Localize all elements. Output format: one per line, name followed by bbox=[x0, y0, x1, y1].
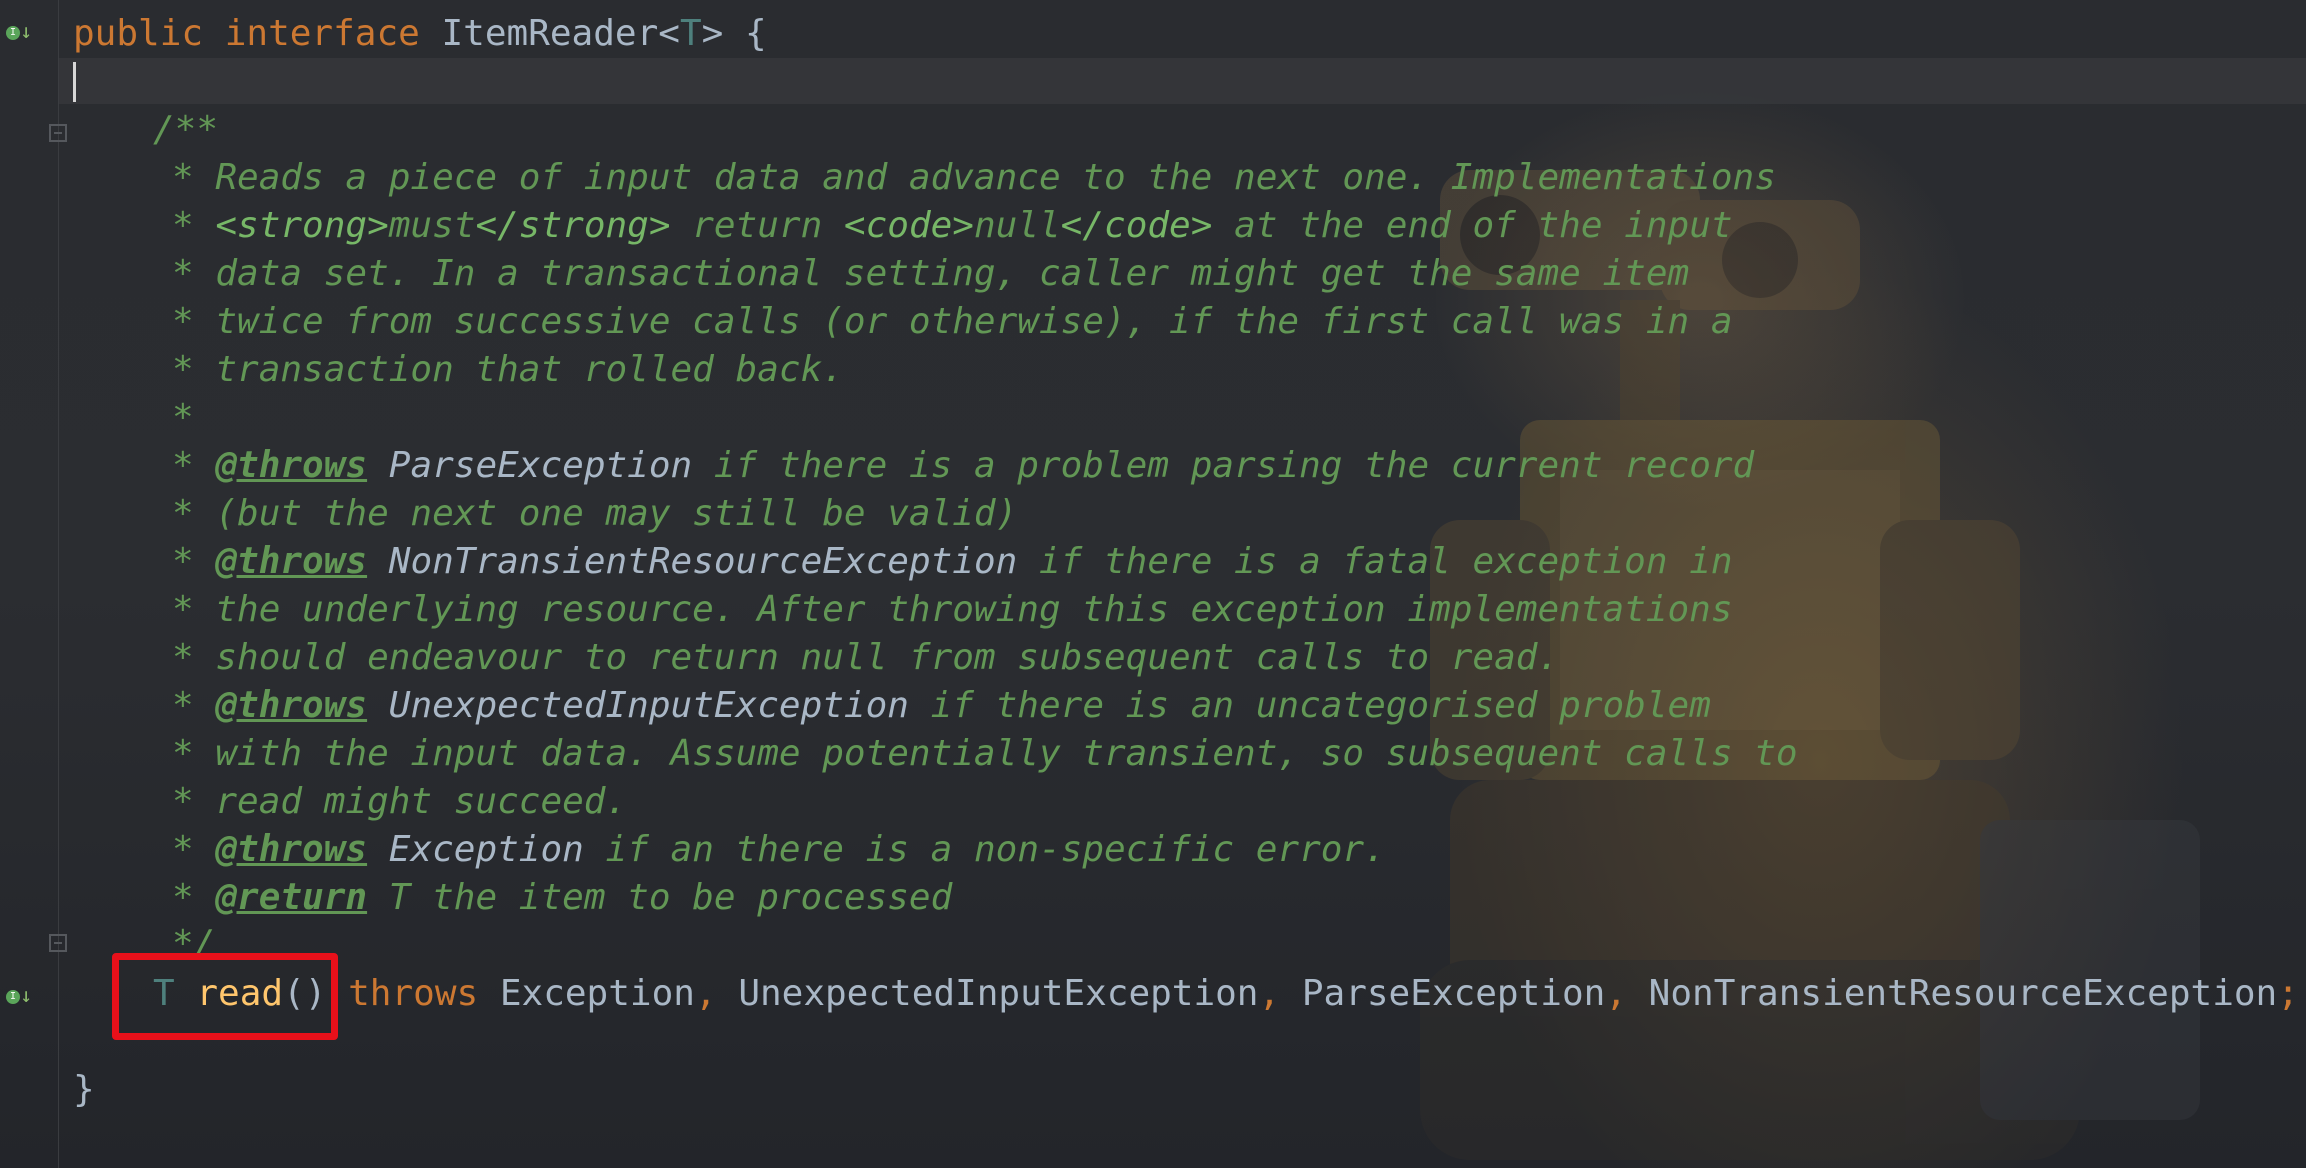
html-tag: <strong> bbox=[215, 205, 389, 246]
javadoc-line: * with the input data. Assume potentiall… bbox=[172, 733, 1798, 774]
doc-text: if there is a problem parsing the curren… bbox=[692, 445, 1755, 486]
throws-tag[interactable]: @throws bbox=[215, 541, 367, 582]
javadoc-line: * twice from successive calls (or otherw… bbox=[172, 301, 1733, 342]
annotation-highlight-box bbox=[112, 953, 338, 1040]
generic-open: < bbox=[658, 13, 680, 54]
comma: , bbox=[1605, 973, 1627, 1014]
javadoc-line: * bbox=[172, 397, 194, 438]
javadoc-open: /** bbox=[153, 109, 219, 150]
interface-declaration-line: public interface ItemReader<T> { bbox=[73, 10, 767, 58]
implemented-method-icon[interactable]: I ↓ bbox=[4, 980, 34, 1010]
exception-type[interactable]: UnexpectedInputException bbox=[738, 973, 1258, 1014]
throws-tag[interactable]: @throws bbox=[215, 445, 367, 486]
return-tag[interactable]: @return bbox=[215, 877, 367, 918]
javadoc-throws-line: * @throws UnexpectedInputException if th… bbox=[172, 682, 1711, 730]
doc-text: at the end of the input bbox=[1212, 205, 1733, 246]
doc-star: * bbox=[172, 541, 216, 582]
doc-text: return bbox=[670, 205, 844, 246]
closing-brace: } bbox=[73, 1069, 95, 1110]
throws-tag[interactable]: @throws bbox=[215, 685, 367, 726]
exception-type[interactable]: ParseException bbox=[1302, 973, 1605, 1014]
doc-star: * bbox=[172, 877, 216, 918]
keyword-throws: throws bbox=[348, 973, 479, 1014]
doc-text: must bbox=[388, 205, 476, 246]
html-tag: </code> bbox=[1060, 205, 1213, 246]
editor-gutter: I ↓ I ↓ bbox=[0, 0, 59, 1168]
comma: , bbox=[694, 973, 717, 1014]
javadoc-line: * Reads a piece of input data and advanc… bbox=[172, 157, 1776, 198]
doc-text: if there is a fatal exception in bbox=[1017, 541, 1733, 582]
implemented-interface-icon[interactable]: I ↓ bbox=[4, 16, 34, 46]
type-parameter: T bbox=[679, 13, 702, 54]
javadoc-line: * read might succeed. bbox=[172, 781, 628, 822]
comma: , bbox=[1258, 973, 1281, 1014]
javadoc-throws-line: * @throws ParseException if there is a p… bbox=[172, 442, 1754, 490]
code-editor[interactable]: I ↓ I ↓ public interface ItemReader<T> { /… bbox=[0, 0, 2306, 1168]
exception-type[interactable]: NonTransientResourceException bbox=[1649, 973, 2278, 1014]
javadoc-line: * (but the next one may still be valid) bbox=[172, 493, 1018, 534]
doc-text: if there is an uncategorised problem bbox=[908, 685, 1711, 726]
javadoc-throws-line: * @throws NonTransientResourceException … bbox=[172, 538, 1733, 586]
current-line-highlight bbox=[58, 58, 2306, 104]
javadoc-line: * the underlying resource. After throwin… bbox=[172, 589, 1733, 630]
method-declaration-line: T read() throws Exception, UnexpectedInp… bbox=[153, 970, 2299, 1018]
fold-marker-icon[interactable] bbox=[49, 934, 67, 952]
open-brace: { bbox=[723, 13, 767, 54]
exception-ref[interactable]: UnexpectedInputException bbox=[389, 685, 909, 726]
exception-ref[interactable]: Exception bbox=[389, 829, 584, 870]
interface-name[interactable]: ItemReader bbox=[442, 13, 659, 54]
doc-text: if an there is a non-specific error. bbox=[583, 829, 1386, 870]
exception-type[interactable]: Exception bbox=[500, 973, 695, 1014]
doc-star: * bbox=[172, 205, 216, 246]
fold-marker-icon[interactable] bbox=[49, 124, 67, 142]
doc-star: * bbox=[172, 829, 216, 870]
exception-ref[interactable]: NonTransientResourceException bbox=[389, 541, 1018, 582]
html-tag: </strong> bbox=[475, 205, 671, 246]
javadoc-line: * should endeavour to return null from s… bbox=[172, 637, 1560, 678]
throws-tag[interactable]: @throws bbox=[215, 829, 367, 870]
doc-text: null bbox=[973, 205, 1061, 246]
generic-close: > bbox=[701, 13, 724, 54]
semicolon: ; bbox=[2277, 973, 2299, 1014]
javadoc-return-line: * @return T the item to be processed bbox=[172, 874, 952, 922]
doc-text: T the item to be processed bbox=[367, 877, 953, 918]
keyword-public: public bbox=[73, 13, 204, 54]
doc-star: * bbox=[172, 685, 216, 726]
javadoc-throws-line: * @throws Exception if an there is a non… bbox=[172, 826, 1386, 874]
javadoc-line: * transaction that rolled back. bbox=[172, 349, 844, 390]
text-caret bbox=[73, 62, 76, 102]
keyword-interface: interface bbox=[224, 13, 420, 54]
html-tag: <code> bbox=[843, 205, 974, 246]
exception-ref[interactable]: ParseException bbox=[389, 445, 692, 486]
javadoc-line: * <strong>must</strong> return <code>nul… bbox=[172, 202, 1733, 250]
doc-star: * bbox=[172, 445, 216, 486]
javadoc-line: * data set. In a transactional setting, … bbox=[172, 253, 1690, 294]
